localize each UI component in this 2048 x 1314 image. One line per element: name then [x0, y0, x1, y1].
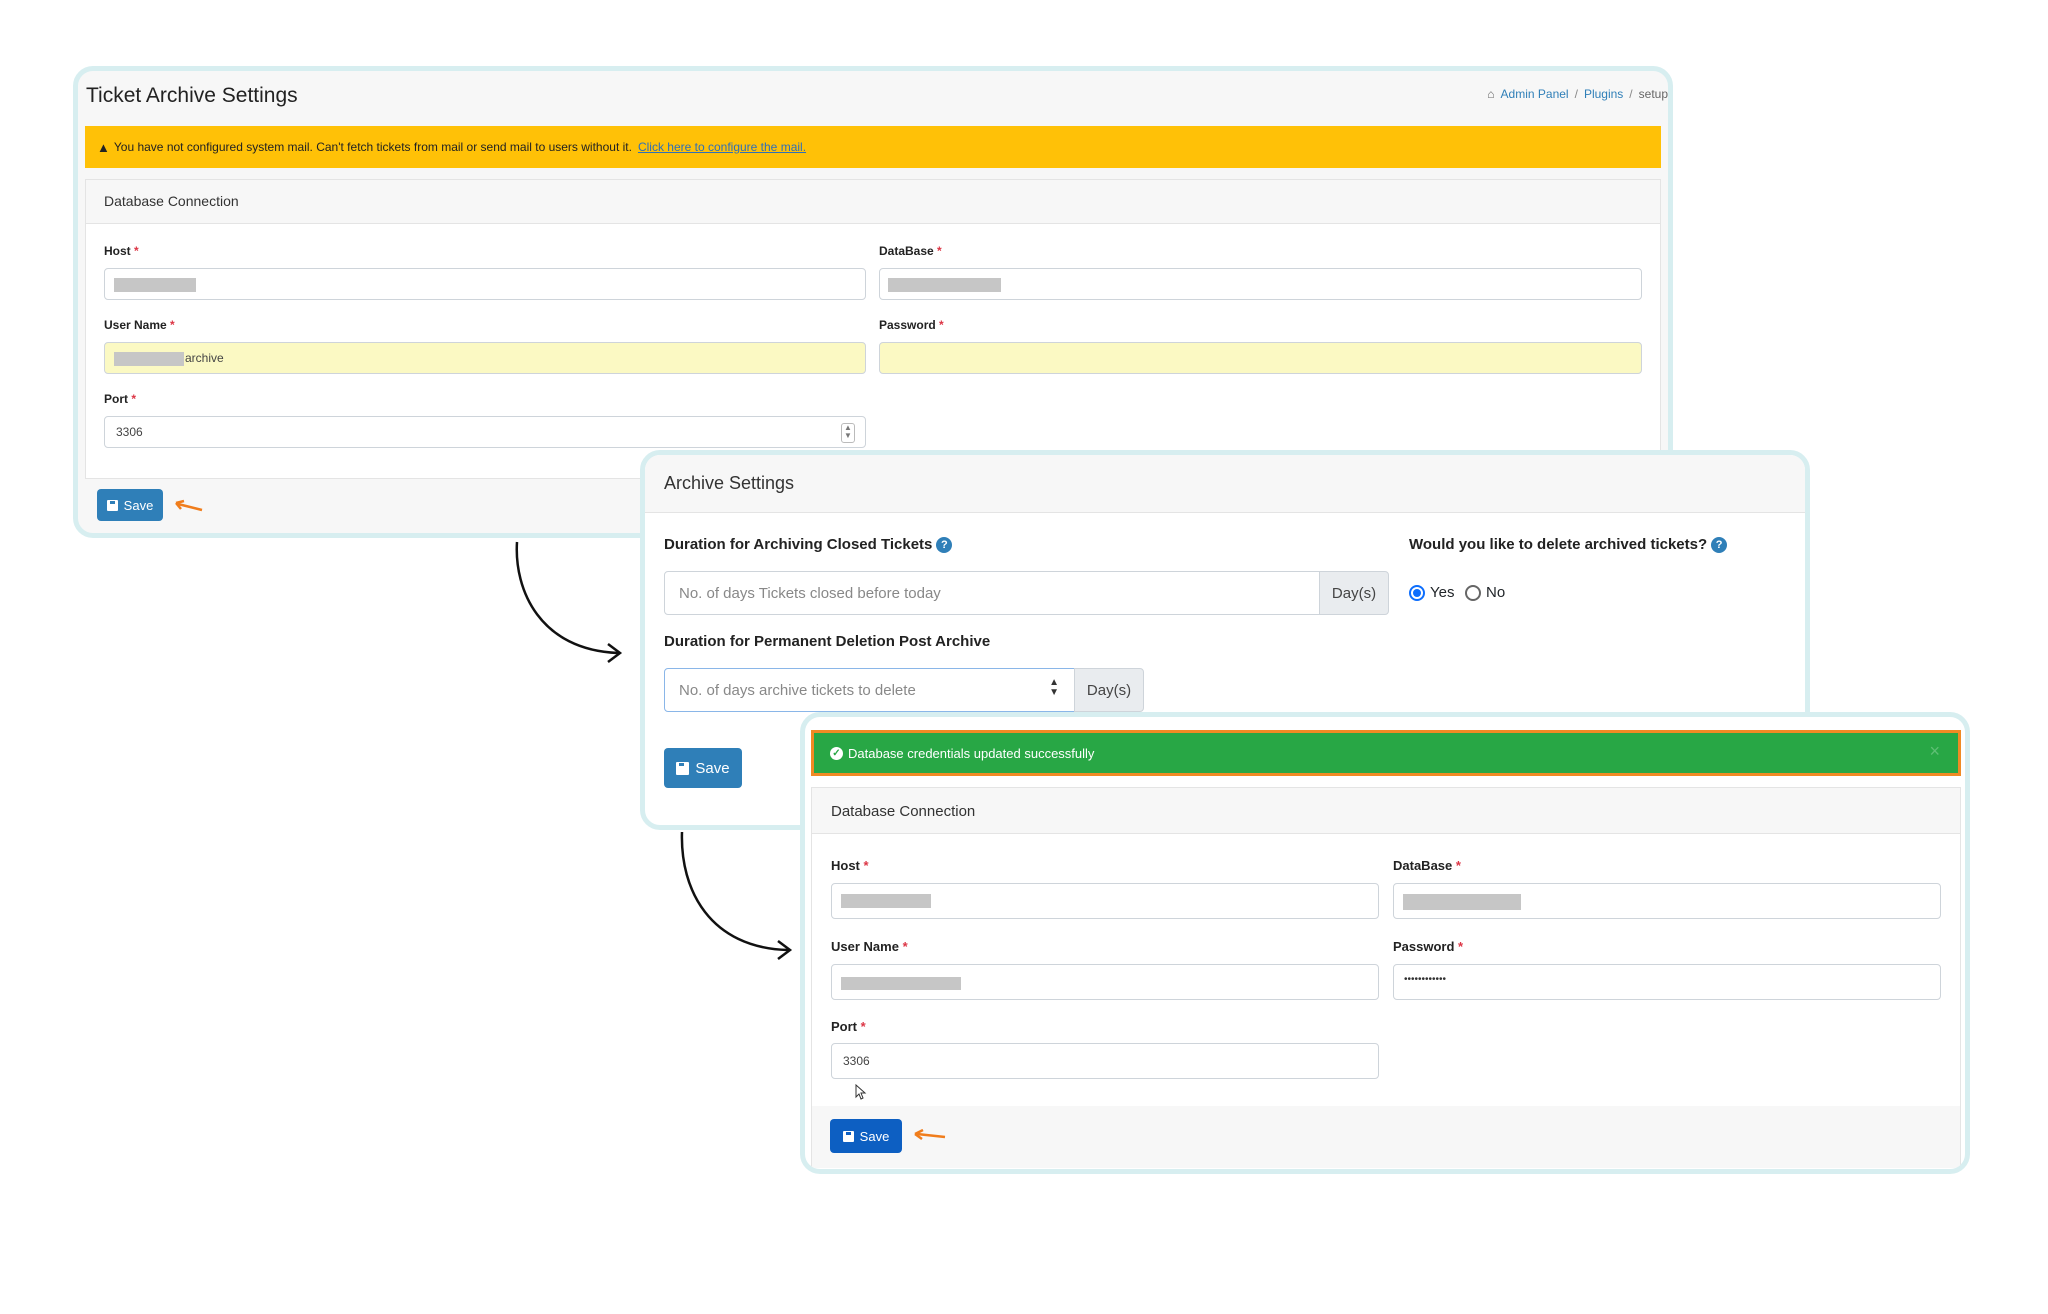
- card-header: Database Connection: [812, 788, 1960, 834]
- port-value: 3306: [843, 1054, 870, 1068]
- flow-arrow-icon: [680, 831, 793, 960]
- username-input[interactable]: [831, 964, 1379, 1000]
- card-title: Archive Settings: [664, 473, 795, 493]
- save-icon: [106, 499, 118, 511]
- redacted-value: [888, 278, 1001, 292]
- configure-mail-link[interactable]: Click here to configure the mail.: [638, 140, 806, 154]
- help-icon[interactable]: ?: [1711, 537, 1728, 554]
- database-label: DataBase *: [879, 244, 942, 258]
- port-label: Port *: [831, 1019, 866, 1034]
- redacted-value: [841, 894, 931, 908]
- flow-arrow-icon: [515, 541, 623, 663]
- username-value: archive: [185, 351, 224, 365]
- username-label: User Name *: [831, 939, 908, 954]
- database-input[interactable]: [1393, 883, 1941, 919]
- port-label: Port *: [104, 392, 137, 406]
- card-header: Database Connection: [86, 180, 1660, 224]
- password-input[interactable]: [879, 342, 1642, 374]
- check-circle-icon: ✓: [830, 746, 843, 760]
- port-input[interactable]: 3306: [831, 1043, 1379, 1079]
- database-connection-panel: ✓ Database credentials updated successfu…: [800, 712, 1970, 1174]
- breadcrumb-separator: /: [1574, 87, 1578, 101]
- save-button-label: Save: [123, 497, 154, 513]
- password-value: ••••••••••••: [1404, 974, 1447, 985]
- password-label: Password *: [879, 318, 944, 332]
- breadcrumb-current: setup: [1638, 87, 1668, 101]
- help-icon[interactable]: ?: [936, 537, 953, 554]
- host-input[interactable]: [831, 883, 1379, 919]
- card-title: Database Connection: [831, 803, 976, 820]
- save-button-label: Save: [695, 759, 730, 777]
- username-label: User Name *: [104, 318, 175, 332]
- warning-text: You have not configured system mail. Can…: [113, 140, 632, 154]
- breadcrumb-admin-panel[interactable]: Admin Panel: [1501, 87, 1569, 101]
- host-label: Host *: [831, 858, 869, 873]
- delete-yes-radio[interactable]: Yes: [1409, 584, 1454, 601]
- save-button[interactable]: Save: [664, 748, 742, 788]
- spinner-icon[interactable]: ▲ ▼: [841, 423, 855, 443]
- port-input[interactable]: 3306 ▲ ▼: [104, 416, 866, 448]
- port-value: 3306: [116, 425, 143, 439]
- save-icon: [676, 761, 690, 775]
- host-input[interactable]: [104, 268, 866, 300]
- save-icon: [842, 1130, 854, 1142]
- warning-icon: ▲: [97, 139, 110, 155]
- database-label: DataBase *: [1393, 858, 1461, 873]
- no-label: No: [1486, 584, 1506, 601]
- pointer-arrow-icon: [175, 499, 203, 512]
- card-header: Archive Settings: [645, 455, 1805, 513]
- permanent-deletion-addon: Day(s): [1074, 668, 1144, 712]
- database-connection-card: Database Connection Host * DataBase * Us…: [811, 787, 1961, 1168]
- permanent-deletion-input[interactable]: No. of days archive tickets to delete ▲ ▼: [664, 668, 1075, 712]
- closed-duration-placeholder: No. of days Tickets closed before today: [679, 585, 941, 602]
- password-input[interactable]: ••••••••••••: [1393, 964, 1941, 1000]
- redacted-value: [841, 977, 961, 990]
- username-input[interactable]: archive: [104, 342, 866, 374]
- breadcrumb-separator: /: [1629, 87, 1633, 101]
- radio-unchecked-icon: [1465, 584, 1481, 601]
- password-label: Password *: [1393, 939, 1464, 954]
- radio-checked-icon: [1409, 584, 1425, 601]
- database-input[interactable]: [879, 268, 1642, 300]
- page-title: Ticket Archive Settings: [86, 84, 298, 107]
- save-button[interactable]: Save: [97, 489, 163, 521]
- breadcrumb-plugins[interactable]: Plugins: [1584, 87, 1623, 101]
- database-connection-card: Database Connection Host * DataBase * Us…: [85, 179, 1661, 479]
- redacted-value: [1403, 894, 1521, 910]
- host-label: Host *: [104, 244, 139, 258]
- breadcrumb: ⌂ Admin Panel / Plugins / setup: [1487, 87, 1668, 101]
- save-button-label: Save: [859, 1128, 890, 1144]
- pointer-arrow-icon: [914, 1129, 946, 1141]
- redacted-value: [114, 352, 184, 366]
- card-footer: [812, 1106, 1960, 1168]
- permanent-deletion-placeholder: No. of days archive tickets to delete: [679, 682, 916, 699]
- closed-duration-label: Duration for Archiving Closed Tickets?: [664, 536, 953, 554]
- mouse-cursor-icon: [855, 1084, 867, 1100]
- sort-stepper-icon[interactable]: ▲ ▼: [1049, 678, 1059, 698]
- card-title: Database Connection: [104, 193, 239, 209]
- success-alert: ✓ Database credentials updated successfu…: [811, 730, 1961, 776]
- save-button[interactable]: Save: [830, 1119, 902, 1153]
- closed-duration-addon: Day(s): [1319, 571, 1389, 615]
- home-icon: ⌂: [1487, 87, 1495, 101]
- delete-no-radio[interactable]: No: [1465, 584, 1505, 601]
- success-text: Database credentials updated successfull…: [848, 745, 1095, 761]
- permanent-deletion-label: Duration for Permanent Deletion Post Arc…: [664, 633, 991, 650]
- redacted-value: [114, 278, 196, 292]
- yes-label: Yes: [1430, 584, 1455, 601]
- mail-warning-alert: ▲ You have not configured system mail. C…: [85, 126, 1661, 168]
- close-icon[interactable]: ×: [1929, 741, 1940, 762]
- delete-archived-label: Would you like to delete archived ticket…: [1409, 536, 1728, 554]
- closed-duration-input[interactable]: No. of days Tickets closed before today: [664, 571, 1320, 615]
